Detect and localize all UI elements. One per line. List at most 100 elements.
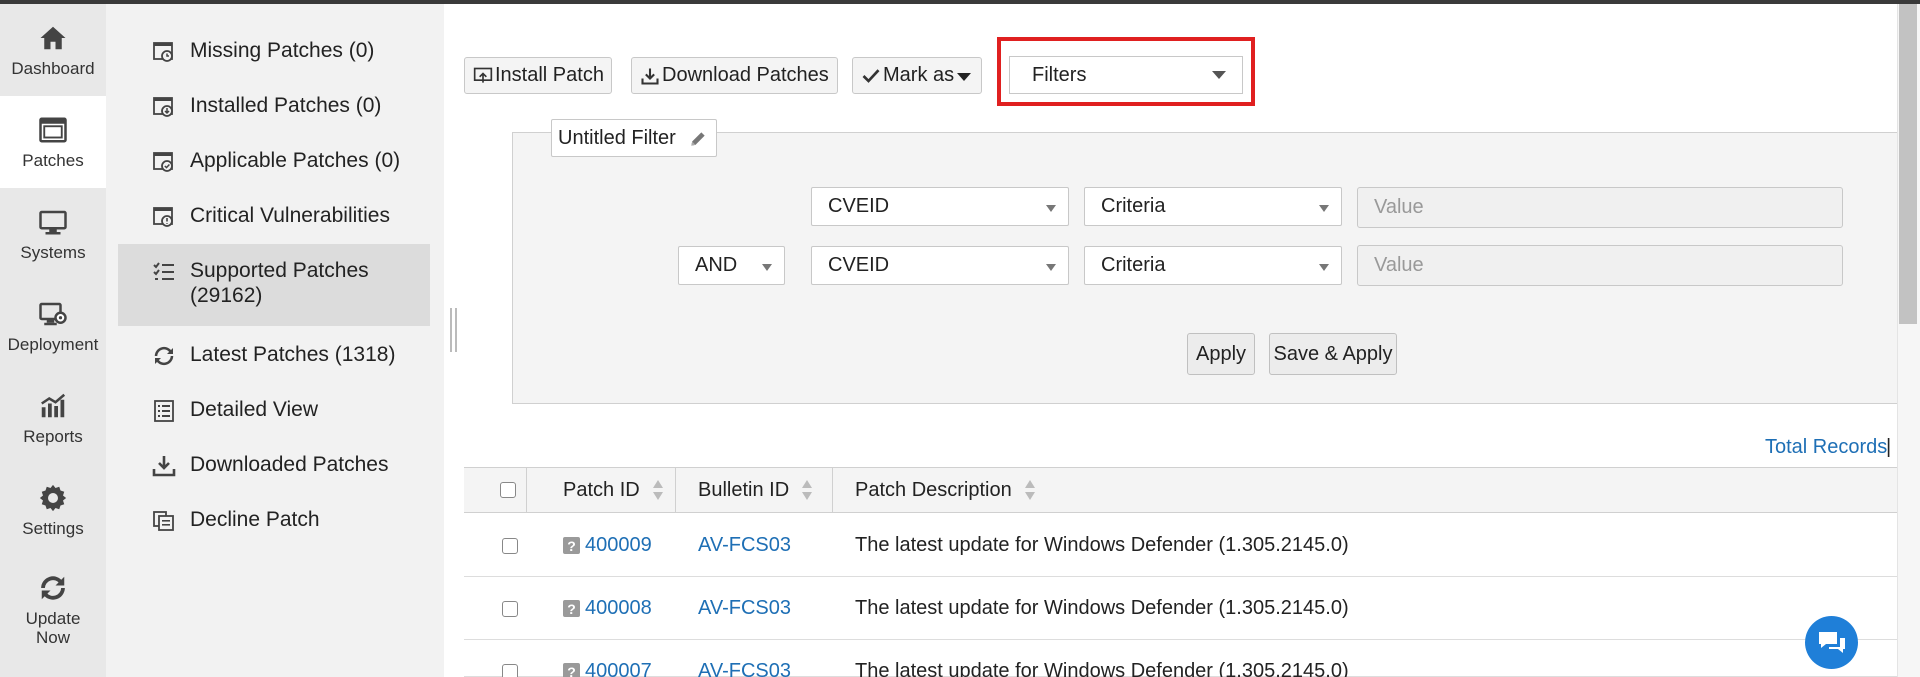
total-records-link[interactable]: Total Records bbox=[1765, 436, 1887, 459]
submenu-label: Critical Vulnerabilities bbox=[190, 204, 390, 227]
column-header-bulletin-id[interactable]: Bulletin ID bbox=[698, 468, 813, 512]
select-all-checkbox[interactable] bbox=[500, 482, 516, 498]
filter-row2-operator-select[interactable]: AND bbox=[678, 246, 785, 285]
nav-deployment[interactable]: Deployment bbox=[0, 280, 106, 372]
window-icon bbox=[39, 117, 67, 142]
install-patch-button[interactable]: Install Patch bbox=[464, 57, 612, 94]
submenu-downloaded-patches[interactable]: Downloaded Patches bbox=[118, 452, 430, 478]
nav-reports[interactable]: Reports bbox=[0, 372, 106, 464]
gear-icon bbox=[39, 484, 67, 511]
monitor-icon bbox=[39, 210, 67, 234]
download-patches-button[interactable]: Download Patches bbox=[631, 57, 838, 94]
filter-row1-column-select[interactable]: CVEID bbox=[811, 187, 1069, 226]
apply-label: Apply bbox=[1195, 342, 1247, 365]
operator-value: AND bbox=[695, 254, 738, 276]
filter-row2-column-select[interactable]: CVEID bbox=[811, 246, 1069, 285]
checkmark-icon bbox=[862, 68, 880, 83]
submenu-decline-patch[interactable]: Decline Patch bbox=[118, 507, 430, 533]
patch-download-icon bbox=[153, 97, 173, 117]
bulletin-id-link[interactable]: AV-FCS03 bbox=[698, 597, 791, 620]
submenu-critical-vulnerabilities[interactable]: Critical Vulnerabilities bbox=[118, 203, 430, 229]
sort-icon bbox=[802, 480, 813, 500]
column-header-label: Bulletin ID bbox=[698, 478, 790, 501]
submenu-installed-patches[interactable]: Installed Patches (0) bbox=[118, 93, 430, 119]
table-row[interactable]: ? 400009 AV-FCS03 The latest update for W… bbox=[464, 514, 1920, 577]
filter-row2-value-input[interactable] bbox=[1357, 245, 1843, 286]
column-header-patch-description[interactable]: Patch Description bbox=[855, 468, 1036, 512]
chevron-down-icon bbox=[957, 73, 971, 81]
patch-description: The latest update for Windows Defender (… bbox=[855, 534, 1349, 556]
chevron-down-icon bbox=[1212, 71, 1226, 79]
refresh-icon bbox=[41, 576, 65, 600]
filter-row1-value-input[interactable] bbox=[1357, 187, 1843, 228]
filter-row2-criteria-select[interactable]: Criteria bbox=[1084, 246, 1342, 285]
column-value: CVEID bbox=[828, 254, 890, 276]
download-patches-label: Download Patches bbox=[662, 64, 829, 86]
scrollbar-thumb[interactable] bbox=[1899, 4, 1917, 324]
save-apply-button[interactable]: Save & Apply bbox=[1269, 333, 1397, 375]
nav-patches[interactable]: Patches bbox=[0, 96, 106, 188]
nav-update-now[interactable]: Update Now bbox=[0, 556, 106, 664]
select-all-checkbox-cell bbox=[500, 468, 516, 512]
filters-dropdown[interactable]: Filters bbox=[1009, 56, 1243, 94]
nav-settings[interactable]: Settings bbox=[0, 464, 106, 556]
sort-icon bbox=[1024, 480, 1035, 500]
bar-chart-icon bbox=[41, 393, 66, 417]
panel-splitter-handle[interactable] bbox=[450, 308, 458, 352]
nav-dashboard[interactable]: Dashboard bbox=[0, 4, 106, 96]
submenu-label: Applicable Patches (0) bbox=[190, 149, 401, 172]
submenu-latest-patches[interactable]: Latest Patches (1318) bbox=[118, 342, 430, 368]
patch-clock-icon bbox=[153, 42, 173, 62]
nav-label: Settings bbox=[22, 518, 84, 538]
column-header-label: Patch ID bbox=[563, 478, 640, 501]
submenu-label: Missing Patches (0) bbox=[190, 39, 375, 62]
mark-as-button[interactable]: Mark as bbox=[852, 57, 982, 94]
nav-label: Update Now bbox=[25, 609, 81, 647]
column-header-patch-id[interactable]: Patch ID bbox=[563, 468, 664, 512]
submenu-label: Detailed View bbox=[190, 398, 319, 421]
submenu-label: Downloaded Patches bbox=[190, 453, 389, 476]
row-checkbox[interactable] bbox=[502, 663, 518, 677]
patch-id-link[interactable]: 400008 bbox=[585, 597, 652, 620]
row-checkbox[interactable] bbox=[502, 537, 518, 554]
submenu-label: Installed Patches (0) bbox=[190, 94, 382, 117]
table-row[interactable]: ? 400007 AV-FCS03 The latest update for W… bbox=[464, 640, 1920, 677]
filters-label: Filters bbox=[1032, 63, 1087, 86]
submenu-detailed-view[interactable]: Detailed View bbox=[118, 397, 430, 423]
patch-check-icon bbox=[153, 152, 173, 172]
nav-label: Dashboard bbox=[11, 58, 95, 78]
table-row[interactable]: ? 400008 AV-FCS03 The latest update for W… bbox=[464, 577, 1920, 640]
download-icon bbox=[641, 68, 659, 85]
install-icon bbox=[473, 67, 493, 83]
question-icon: ? bbox=[563, 600, 580, 617]
chat-button[interactable] bbox=[1805, 616, 1858, 669]
submenu-supported-patches[interactable]: Supported Patches (29162) bbox=[118, 244, 430, 326]
monitor-gear-icon bbox=[39, 302, 67, 325]
nav-label: Systems bbox=[20, 242, 86, 262]
sync-icon bbox=[154, 346, 174, 366]
filter-title[interactable]: Untitled Filter bbox=[551, 119, 717, 157]
bulletin-id-link[interactable]: AV-FCS03 bbox=[698, 534, 791, 557]
patches-submenu: Missing Patches (0) Installed Patches (0… bbox=[106, 4, 444, 677]
submenu-missing-patches[interactable]: Missing Patches (0) bbox=[118, 38, 430, 64]
apply-button[interactable]: Apply bbox=[1187, 333, 1255, 375]
submenu-label: Decline Patch bbox=[190, 508, 320, 531]
patch-description: The latest update for Windows Defender (… bbox=[855, 597, 1349, 619]
row-checkbox[interactable] bbox=[502, 600, 518, 617]
submenu-applicable-patches[interactable]: Applicable Patches (0) bbox=[118, 148, 430, 174]
patch-id-link[interactable]: 400009 bbox=[585, 534, 652, 557]
mark-as-label: Mark as bbox=[883, 64, 955, 86]
pencil-icon[interactable] bbox=[688, 129, 708, 149]
criteria-value: Criteria bbox=[1101, 195, 1166, 217]
table-header: Patch ID Bulletin ID Patch Description bbox=[464, 467, 1920, 513]
filter-title-label: Untitled Filter bbox=[558, 126, 676, 149]
chat-bubble-icon bbox=[1818, 631, 1845, 653]
patch-id-link[interactable]: 400007 bbox=[585, 660, 652, 677]
save-apply-label: Save & Apply bbox=[1273, 342, 1393, 365]
chevron-down-icon bbox=[1046, 264, 1056, 271]
bulletin-id-link[interactable]: AV-FCS03 bbox=[698, 660, 791, 677]
list-view-icon bbox=[154, 400, 174, 422]
filter-row1-criteria-select[interactable]: Criteria bbox=[1084, 187, 1342, 226]
nav-label: Reports bbox=[23, 426, 83, 446]
nav-systems[interactable]: Systems bbox=[0, 188, 106, 280]
